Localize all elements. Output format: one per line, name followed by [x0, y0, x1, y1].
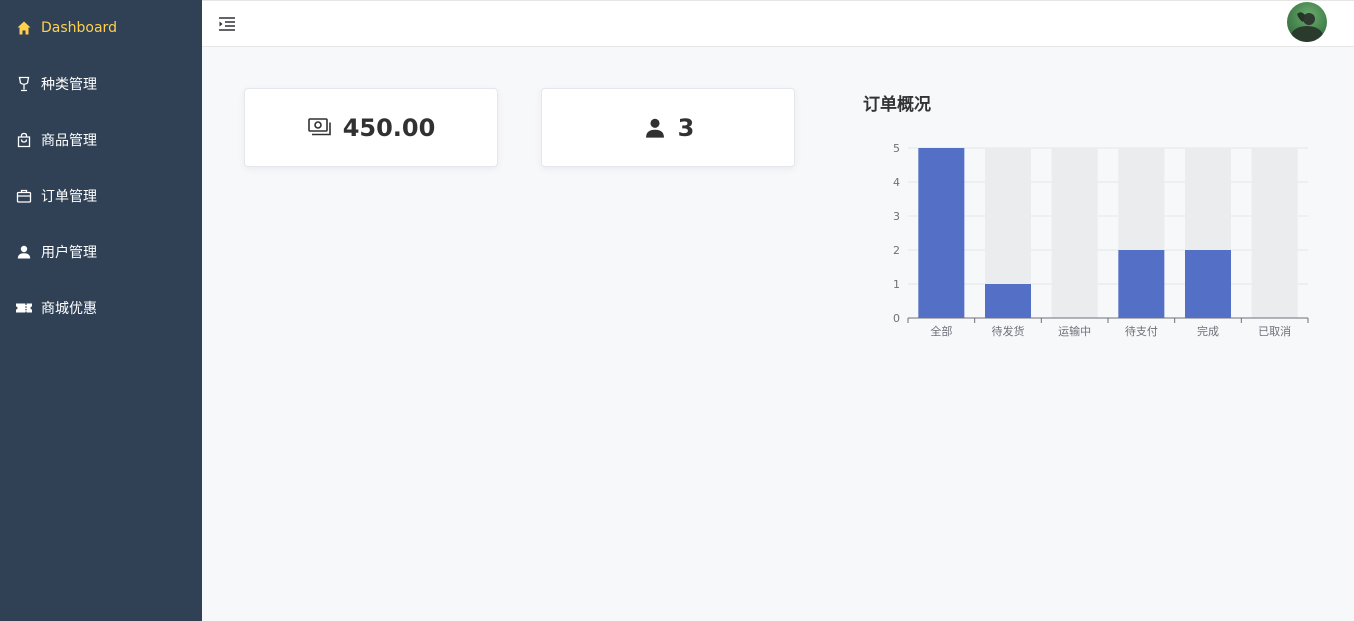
x-tick-label: 待支付 — [1125, 324, 1158, 338]
bar — [1185, 250, 1231, 318]
sidebar-item-label: Dashboard — [41, 20, 117, 36]
bar — [1118, 250, 1165, 318]
sidebar-item-category[interactable]: 种类管理 — [0, 56, 202, 112]
sales-amount-card: 450.00 — [244, 88, 498, 167]
ticket-icon — [15, 299, 33, 317]
money-icon — [307, 115, 333, 141]
user-avatar[interactable] — [1287, 2, 1327, 42]
sidebar-item-coupons[interactable]: 商城优惠 — [0, 280, 202, 336]
user-icon — [15, 243, 33, 261]
y-tick-label: 0 — [893, 312, 900, 325]
sidebar-item-label: 商品管理 — [41, 133, 97, 149]
bar-background — [1251, 148, 1298, 318]
y-tick-label: 3 — [893, 210, 900, 223]
order-overview-chart: 0 1 2 3 4 5 全部 待发货 运输中 待支付 完成 已取消 — [893, 142, 1309, 338]
sidebar-item-label: 种类管理 — [41, 77, 97, 93]
sidebar: Dashboard 种类管理 商品管理 订单管理 用户管理 商城优惠 — [0, 0, 202, 621]
y-tick-label: 5 — [893, 142, 900, 155]
user-count-value: 3 — [677, 113, 695, 142]
user-icon — [642, 115, 668, 141]
bar — [918, 148, 965, 318]
sidebar-item-label: 用户管理 — [41, 245, 97, 261]
x-tick-label: 运输中 — [1058, 324, 1091, 338]
sales-amount-value: 450.00 — [342, 113, 436, 142]
x-tick-label: 全部 — [930, 324, 952, 338]
sidebar-item-label: 商城优惠 — [41, 301, 97, 317]
sidebar-item-label: 订单管理 — [41, 189, 97, 205]
sidebar-item-users[interactable]: 用户管理 — [0, 224, 202, 280]
top-header — [202, 0, 1354, 47]
briefcase-icon — [15, 187, 33, 205]
goblet-icon — [15, 75, 33, 93]
y-tick-label: 4 — [893, 176, 900, 189]
bar — [985, 284, 1031, 318]
y-tick-label: 1 — [893, 278, 900, 291]
x-tick-label: 完成 — [1197, 324, 1219, 338]
sidebar-item-dashboard[interactable]: Dashboard — [0, 0, 202, 56]
x-tick-label: 待发货 — [992, 324, 1025, 338]
home-icon — [15, 19, 33, 37]
bar-background — [1051, 148, 1098, 318]
y-tick-label: 2 — [893, 244, 900, 257]
menu-fold-icon[interactable] — [218, 15, 238, 35]
x-tick-label: 已取消 — [1258, 324, 1291, 338]
sidebar-item-orders[interactable]: 订单管理 — [0, 168, 202, 224]
user-count-card: 3 — [541, 88, 795, 167]
chart-title: 订单概况 — [863, 95, 931, 115]
sidebar-item-goods[interactable]: 商品管理 — [0, 112, 202, 168]
shopping-bag-icon — [15, 131, 33, 149]
